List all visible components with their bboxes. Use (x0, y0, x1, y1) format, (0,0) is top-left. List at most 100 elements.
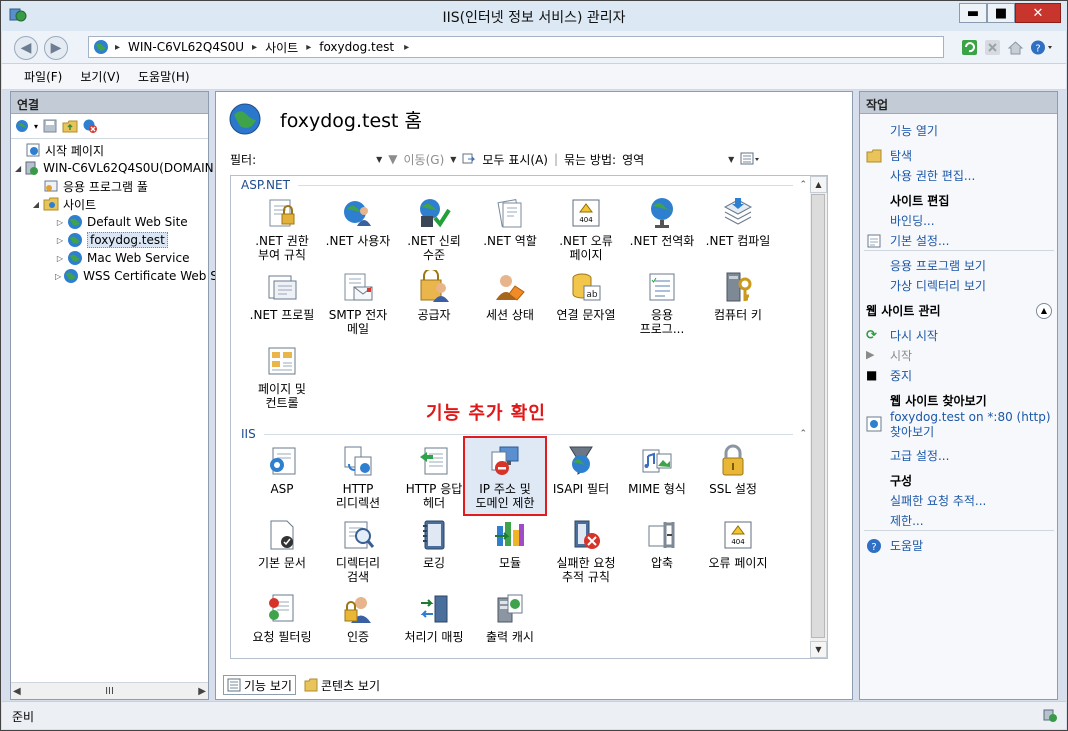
advanced-settings-link[interactable]: 고급 설정... (890, 447, 949, 464)
view-virtual-dirs-link[interactable]: 가상 디렉터리 보기 (890, 277, 986, 294)
tree-node-foxydog-test[interactable]: ▷ foxydog.test (11, 231, 208, 249)
feature-asp[interactable]: ASP (245, 444, 319, 496)
group-header-aspnet[interactable]: ASP.NET ⌃ (241, 178, 811, 192)
failed-request-tracing-link[interactable]: 실패한 요청 추적... (890, 492, 986, 509)
manage-site-section-header[interactable]: 웹 사이트 관리 ▲ (866, 302, 1052, 319)
collapse-triangle-icon[interactable]: ◢ (31, 200, 41, 209)
minimize-button[interactable]: ▬ (959, 3, 987, 23)
tree-node-start-page[interactable]: 시작 페이지 (11, 141, 208, 159)
scroll-thumb[interactable] (811, 194, 825, 638)
tab-content-view[interactable]: 콘텐츠 보기 (300, 675, 384, 695)
browse-site-link[interactable]: foxydog.test on *:80 (http) 찾아보기 (890, 410, 1052, 440)
feature-app-settings[interactable]: 응용 프로그... (625, 270, 699, 336)
feature-ssl-settings[interactable]: SSL 설정 (696, 444, 770, 496)
feature-net-profile[interactable]: .NET 프로필 (245, 270, 319, 322)
maximize-button[interactable]: ■ (987, 3, 1015, 23)
bindings-link[interactable]: 바인딩... (890, 212, 935, 229)
up-folder-icon[interactable] (62, 118, 78, 134)
feature-modules[interactable]: 모듈 (473, 518, 547, 570)
stop-icon[interactable] (984, 39, 1001, 56)
feature-net-compilation[interactable]: .NET 컴파일 (701, 196, 775, 248)
address-path[interactable]: ▸ WIN-C6VL62Q4S0U ▸ 사이트 ▸ foxydog.test ▸ (88, 36, 944, 58)
view-mode-icon[interactable] (740, 152, 760, 166)
tree-node-mac-web-service[interactable]: ▷ Mac Web Service (11, 249, 208, 267)
scroll-right-icon[interactable]: ▶ (198, 686, 206, 697)
menu-view[interactable]: 보기(V) (80, 68, 120, 85)
feature-isapi-filters[interactable]: ISAPI 필터 (544, 444, 618, 496)
collapse-caret-icon[interactable]: ⌃ (799, 180, 807, 190)
stop-link[interactable]: 중지 (890, 367, 912, 384)
save-icon[interactable] (42, 118, 58, 134)
chevron-down-icon[interactable]: ▾ (34, 122, 38, 131)
feature-smtp-email[interactable]: SMTP 전자 메일 (321, 270, 395, 336)
feature-ip-domain-restrictions[interactable]: IP 주소 및 도메인 제한 (468, 444, 542, 510)
chevron-down-icon[interactable]: ▼ (450, 155, 456, 164)
menu-help[interactable]: 도움말(H) (138, 68, 190, 85)
refresh-icon[interactable] (961, 39, 978, 56)
tree-node-app-pools[interactable]: 응용 프로그램 풀 (11, 177, 208, 195)
feature-net-globalization[interactable]: .NET 전역화 (625, 196, 699, 248)
horizontal-scrollbar[interactable]: ◀ III ▶ (11, 682, 208, 699)
forward-button[interactable]: ▶ (44, 36, 68, 60)
menu-file[interactable]: 파일(F) (24, 68, 62, 85)
collapse-up-icon[interactable]: ▲ (1036, 302, 1052, 319)
feature-net-error-pages[interactable]: 404 .NET 오류 페이지 (549, 196, 623, 262)
view-applications-link[interactable]: 응용 프로그램 보기 (890, 257, 986, 274)
expand-triangle-icon[interactable]: ▷ (55, 254, 65, 263)
restart-link[interactable]: 다시 시작 (890, 327, 938, 344)
breadcrumb-sites[interactable]: 사이트 (265, 39, 298, 56)
feature-net-trust[interactable]: .NET 신뢰 수준 (397, 196, 471, 262)
tree-node-server[interactable]: ◢ WIN-C6VL62Q4S0U(DOMAIN (11, 159, 214, 177)
expand-triangle-icon[interactable]: ▷ (55, 272, 61, 281)
open-feature-link[interactable]: 기능 열기 (890, 122, 938, 139)
feature-pages-controls[interactable]: 페이지 및 컨트롤 (245, 344, 319, 410)
feature-logging[interactable]: 로깅 (397, 518, 471, 570)
tree-node-wss-certificate[interactable]: ▷ WSS Certificate Web S (11, 267, 218, 285)
basic-settings-link[interactable]: 기본 설정... (890, 232, 949, 249)
show-all-button[interactable]: 모두 표시(A) (482, 151, 548, 168)
feature-directory-browsing[interactable]: 디렉터리 검색 (321, 518, 395, 584)
feature-machine-key[interactable]: 컴퓨터 키 (701, 270, 775, 322)
feature-http-response-headers[interactable]: HTTP 응답 헤더 (397, 444, 471, 510)
feature-compression[interactable]: 압축 (625, 518, 699, 570)
chevron-down-icon[interactable]: ▼ (728, 155, 734, 164)
feature-authentication[interactable]: 인증 (321, 592, 395, 644)
tree-node-default-web-site[interactable]: ▷ Default Web Site (11, 213, 208, 231)
vertical-scrollbar[interactable]: ▲ ▼ (810, 175, 828, 659)
home-icon[interactable] (1007, 39, 1024, 56)
scroll-down-icon[interactable]: ▼ (810, 641, 827, 658)
tab-features-view[interactable]: 기능 보기 (223, 675, 296, 695)
explore-link[interactable]: 탐색 (890, 147, 912, 164)
feature-connection-strings[interactable]: ab 연결 문자열 (549, 270, 623, 322)
feature-error-pages[interactable]: 404 오류 페이지 (701, 518, 775, 570)
connect-globe-icon[interactable] (14, 118, 30, 134)
breadcrumb-site[interactable]: foxydog.test (319, 40, 394, 54)
expand-triangle-icon[interactable]: ▷ (55, 218, 65, 227)
feature-mime-types[interactable]: MIME 형식 (620, 444, 694, 496)
feature-default-document[interactable]: 기본 문서 (245, 518, 319, 570)
feature-handler-mappings[interactable]: 처리기 매핑 (397, 592, 471, 644)
breadcrumb-server[interactable]: WIN-C6VL62Q4S0U (128, 40, 244, 54)
feature-output-caching[interactable]: 출력 캐시 (473, 592, 547, 644)
scroll-up-icon[interactable]: ▲ (810, 176, 827, 193)
go-button[interactable]: 이동(G) (404, 151, 445, 168)
scroll-grip[interactable]: III (105, 686, 114, 697)
help-dropdown-icon[interactable]: ? (1030, 39, 1056, 56)
feature-session-state[interactable]: 세션 상태 (473, 270, 547, 322)
collapse-triangle-icon[interactable]: ◢ (15, 164, 21, 173)
help-link[interactable]: 도움말 (890, 537, 923, 554)
feature-failed-request-tracing[interactable]: 실패한 요청 추적 규칙 (549, 518, 623, 584)
feature-http-redirect[interactable]: HTTP 리디렉션 (321, 444, 395, 510)
tree-node-sites[interactable]: ◢ 사이트 (11, 195, 208, 213)
back-button[interactable]: ◀ (14, 36, 38, 60)
close-button[interactable]: ✕ (1015, 3, 1061, 23)
limits-link[interactable]: 제한... (890, 512, 924, 529)
feature-net-roles[interactable]: .NET 역할 (473, 196, 547, 248)
group-by-select[interactable]: 영역 (622, 151, 722, 168)
feature-providers[interactable]: 공급자 (397, 270, 471, 322)
collapse-caret-icon[interactable]: ⌃ (799, 429, 807, 439)
feature-request-filtering[interactable]: 요청 필터링 (245, 592, 319, 644)
feature-net-users[interactable]: .NET 사용자 (321, 196, 395, 248)
disconnect-icon[interactable] (82, 118, 98, 134)
expand-triangle-icon[interactable]: ▷ (55, 236, 65, 245)
